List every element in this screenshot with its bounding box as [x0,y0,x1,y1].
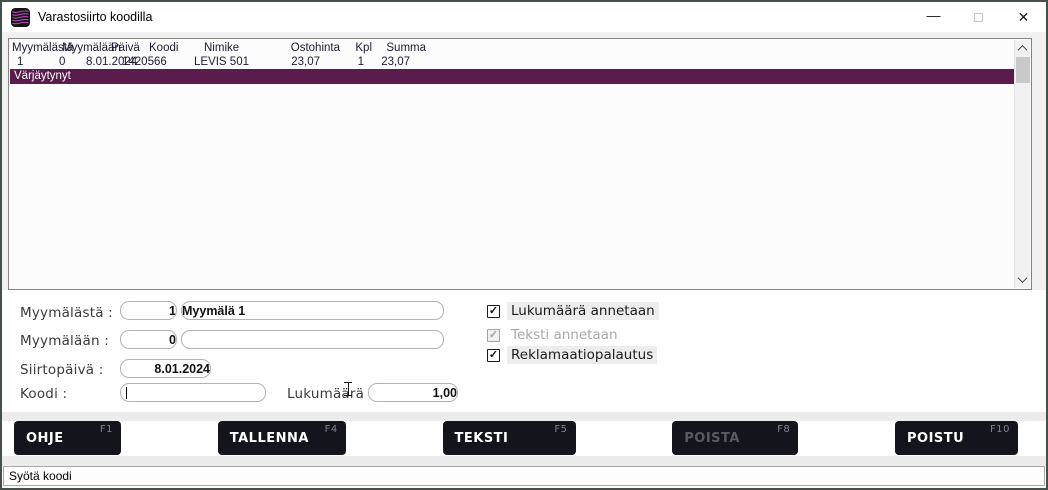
text-button[interactable]: TEKSTI F5 [443,421,576,455]
col-header-nimike: Nimike [204,41,239,55]
from-store-number-input[interactable] [120,301,177,320]
close-button[interactable]: ✕ [1001,2,1046,32]
save-fkey-label: F4 [325,424,338,435]
app-logo-icon [11,8,30,27]
close-icon: ✕ [1018,9,1030,26]
transfer-date-label: Siirtopäivä : [20,362,103,378]
checkbox-complaint-return[interactable]: ✓ Reklamaatiopalautus [487,346,657,364]
cell-summa: 23,07 [360,55,410,69]
quantity-input[interactable] [368,383,458,402]
text-fkey-label: F5 [554,424,567,435]
col-header-ostohinta: Ostohinta [280,41,340,55]
exit-button-label: POISTU [907,431,964,446]
table-row-selected[interactable]: Värjäytynyt [10,69,1014,84]
checkbox-quantity-given[interactable]: ✓ Lukumäärä annetaan [487,302,659,320]
to-store-number-input[interactable] [120,330,177,349]
col-header-kpl: Kpl [342,41,372,55]
text-caret [126,387,127,399]
exit-button[interactable]: POISTU F10 [895,421,1018,455]
from-store-label: Myymälästä : [20,305,113,321]
checkbox-checked-disabled-icon: ✓ [487,329,500,342]
list-header-row: Myymälästä Myymälään Päivä Koodi Nimike … [10,41,1014,55]
status-bar: Syötä koodi [3,466,1045,486]
transfer-date-input[interactable] [120,359,211,378]
minimize-icon: — [927,7,941,23]
divider-strip [2,412,1046,421]
button-bar: OHJE F1 TALLENNA F4 TEKSTI F5 POISTA F8 … [14,421,1018,455]
checkbox-checked-icon: ✓ [487,305,500,318]
window-title: Varastosiirto koodilla [38,10,152,24]
cell-myymalasta: 1 [17,55,23,69]
scroll-up-button[interactable] [1015,41,1030,56]
help-fkey-label: F1 [100,424,113,435]
chevron-down-icon [1018,273,1028,283]
titlebar[interactable]: Varastosiirto koodilla — ✕ [2,2,1046,32]
maximize-button [956,2,1001,32]
cell-nimike: LEVIS 501 [194,55,249,69]
checkbox-quantity-given-label: Lukumäärä annetaan [507,302,659,320]
to-store-name-input[interactable] [181,330,444,349]
delete-button-label: POISTA [684,431,740,446]
quantity-label: Lukumäärä : [287,386,373,402]
help-button-label: OHJE [26,431,64,446]
delete-fkey-label: F8 [777,424,790,435]
cell-ostohinta: 23,07 [270,55,320,69]
checkbox-text-given-label: Teksti annetaan [507,326,622,344]
scroll-down-button[interactable] [1015,272,1030,287]
client-area: Myymälästä Myymälään Päivä Koodi Nimike … [2,32,1046,488]
checkbox-complaint-return-label: Reklamaatiopalautus [507,346,657,364]
text-button-label: TEKSTI [455,431,509,446]
col-header-koodi: Koodi [149,41,178,55]
to-store-label: Myymälään : [20,333,109,349]
vertical-scrollbar[interactable] [1014,40,1030,288]
chevron-up-icon [1018,45,1028,55]
transfer-list: Myymälästä Myymälään Päivä Koodi Nimike … [8,38,1032,290]
maximize-icon [974,13,983,22]
help-button[interactable]: OHJE F1 [14,421,121,455]
col-header-summa: Summa [378,41,426,55]
status-text: Syötä koodi [9,469,72,483]
from-store-name-input[interactable] [181,301,444,320]
save-button[interactable]: TALLENNA F4 [218,421,346,455]
code-label: Koodi : [20,386,67,402]
exit-fkey-label: F10 [990,424,1010,435]
window-controls: — ✕ [911,2,1046,32]
col-header-paiva: Päivä [111,41,140,55]
delete-button: POISTA F8 [672,421,798,455]
save-button-label: TALLENNA [230,431,309,446]
table-row[interactable]: 1 0 8.01.2024 1420566 LEVIS 501 23,07 1 … [10,55,1014,69]
cell-myymalaan: 0 [59,55,65,69]
code-input[interactable] [120,383,266,402]
app-window: Varastosiirto koodilla — ✕ Myymälästä My… [0,0,1048,490]
scrollbar-thumb[interactable] [1016,57,1030,83]
minimize-button[interactable]: — [911,2,956,32]
checkbox-text-given: ✓ Teksti annetaan [487,326,622,344]
divider-strip [2,456,1046,466]
cell-koodi: 1420566 [122,55,167,69]
mouse-text-cursor [343,381,353,398]
checkbox-checked-icon: ✓ [487,349,500,362]
